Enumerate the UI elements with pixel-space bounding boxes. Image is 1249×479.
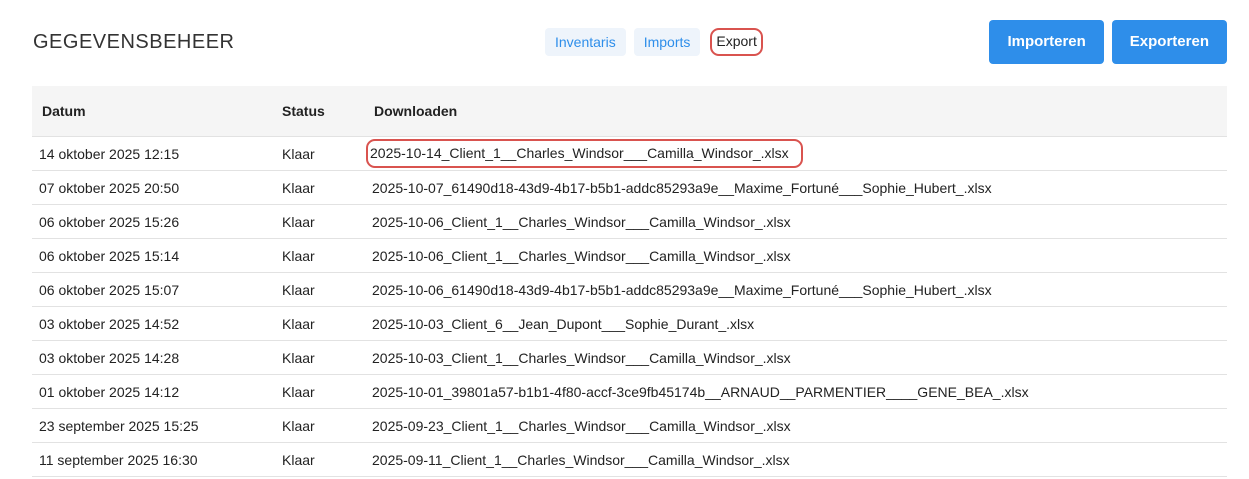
column-header-download: Downloaden — [370, 86, 1227, 137]
table-row: 03 oktober 2025 14:52 Klaar 2025-10-03_Cli… — [32, 306, 1227, 341]
row-status: Klaar — [282, 340, 370, 375]
table-row: 01 oktober 2025 14:12 Klaar 2025-10-01_398… — [32, 374, 1227, 409]
tab-export[interactable]: Export — [710, 28, 763, 56]
tab-imports[interactable]: Imports — [633, 28, 701, 56]
download-link[interactable]: 2025-10-03_Client_6__Jean_Dupont___Sophi… — [370, 316, 756, 332]
row-date: 01 oktober 2025 14:12 — [32, 374, 282, 409]
exports-table: Datum Status Downloaden 14 oktober 2025 … — [32, 86, 1227, 477]
download-link[interactable]: 2025-09-11_Client_1__Charles_Windsor___C… — [370, 452, 792, 468]
page-header: GEGEVENSBEHEER Inventaris Imports Export… — [0, 0, 1249, 86]
table-row: 06 oktober 2025 15:07 Klaar 2025-10-06_614… — [32, 272, 1227, 307]
row-download-cell: 2025-10-03_Client_6__Jean_Dupont___Sophi… — [370, 306, 1227, 341]
table-body: 14 oktober 2025 12:15 Klaar 2025-10-14_Cli… — [32, 136, 1227, 477]
table-row: 06 oktober 2025 15:26 Klaar 2025-10-06_Cli… — [32, 204, 1227, 239]
row-download-cell: 2025-09-23_Client_1__Charles_Windsor___C… — [370, 408, 1227, 443]
table-row: 23 september 2025 15:25 Klaar 2025-09-23_C… — [32, 408, 1227, 443]
tab-inventaris[interactable]: Inventaris — [545, 28, 626, 56]
row-download-cell: 2025-10-01_39801a57-b1b1-4f80-accf-3ce9f… — [370, 374, 1227, 409]
table-row: 14 oktober 2025 12:15 Klaar 2025-10-14_Cli… — [32, 136, 1227, 171]
row-status: Klaar — [282, 170, 370, 205]
row-status: Klaar — [282, 374, 370, 409]
row-status: Klaar — [282, 238, 370, 273]
import-button[interactable]: Importeren — [989, 20, 1104, 64]
page-title: GEGEVENSBEHEER — [33, 31, 235, 53]
download-link[interactable]: 2025-10-07_61490d18-43d9-4b17-b5b1-addc8… — [370, 180, 994, 196]
download-link[interactable]: 2025-10-06_Client_1__Charles_Windsor___C… — [370, 248, 793, 264]
export-button[interactable]: Exporteren — [1111, 20, 1227, 64]
row-date: 14 oktober 2025 12:15 — [32, 136, 282, 171]
row-date: 03 oktober 2025 14:52 — [32, 306, 282, 341]
table-row: 03 oktober 2025 14:28 Klaar 2025-10-03_Cli… — [32, 340, 1227, 375]
table-header: Datum Status Downloaden — [32, 86, 1227, 137]
row-status: Klaar — [282, 272, 370, 307]
download-link[interactable]: 2025-10-06_Client_1__Charles_Windsor___C… — [370, 214, 793, 230]
tab-bar: Inventaris Imports Export — [545, 28, 763, 56]
row-download-cell: 2025-10-03_Client_1__Charles_Windsor___C… — [370, 340, 1227, 375]
row-download-cell: 2025-10-14_Client_1__Charles_Windsor___C… — [366, 136, 1227, 171]
row-download-cell: 2025-10-06_Client_1__Charles_Windsor___C… — [370, 204, 1227, 239]
download-link[interactable]: 2025-10-01_39801a57-b1b1-4f80-accf-3ce9f… — [370, 384, 1031, 400]
download-link[interactable]: 2025-10-06_61490d18-43d9-4b17-b5b1-addc8… — [370, 282, 994, 298]
row-status: Klaar — [282, 306, 370, 341]
row-date: 03 oktober 2025 14:28 — [32, 340, 282, 375]
download-link[interactable]: 2025-10-14_Client_1__Charles_Windsor___C… — [366, 139, 803, 168]
row-date: 06 oktober 2025 15:14 — [32, 238, 282, 273]
row-status: Klaar — [282, 408, 370, 443]
header-actions: Importeren Exporteren — [989, 20, 1227, 64]
table-row: 11 september 2025 16:30 Klaar 2025-09-11_C… — [32, 442, 1227, 477]
row-date: 23 september 2025 15:25 — [32, 408, 282, 443]
row-date: 06 oktober 2025 15:26 — [32, 204, 282, 239]
download-link[interactable]: 2025-10-03_Client_1__Charles_Windsor___C… — [370, 350, 793, 366]
row-status: Klaar — [282, 136, 370, 171]
row-date: 07 oktober 2025 20:50 — [32, 170, 282, 205]
column-header-date: Datum — [32, 86, 282, 137]
row-download-cell: 2025-10-06_Client_1__Charles_Windsor___C… — [370, 238, 1227, 273]
column-header-status: Status — [282, 86, 370, 137]
data-management-page: GEGEVENSBEHEER Inventaris Imports Export… — [0, 0, 1249, 479]
table-row: 07 oktober 2025 20:50 Klaar 2025-10-07_614… — [32, 170, 1227, 205]
row-date: 06 oktober 2025 15:07 — [32, 272, 282, 307]
row-download-cell: 2025-10-07_61490d18-43d9-4b17-b5b1-addc8… — [370, 170, 1227, 205]
row-status: Klaar — [282, 204, 370, 239]
row-download-cell: 2025-09-11_Client_1__Charles_Windsor___C… — [370, 442, 1227, 477]
table-header-row: Datum Status Downloaden — [32, 86, 1227, 137]
row-date: 11 september 2025 16:30 — [32, 442, 282, 477]
download-link[interactable]: 2025-09-23_Client_1__Charles_Windsor___C… — [370, 418, 793, 434]
row-status: Klaar — [282, 442, 370, 477]
exports-table-container: Datum Status Downloaden 14 oktober 2025 … — [32, 86, 1227, 477]
row-download-cell: 2025-10-06_61490d18-43d9-4b17-b5b1-addc8… — [370, 272, 1227, 307]
table-row: 06 oktober 2025 15:14 Klaar 2025-10-06_Cli… — [32, 238, 1227, 273]
